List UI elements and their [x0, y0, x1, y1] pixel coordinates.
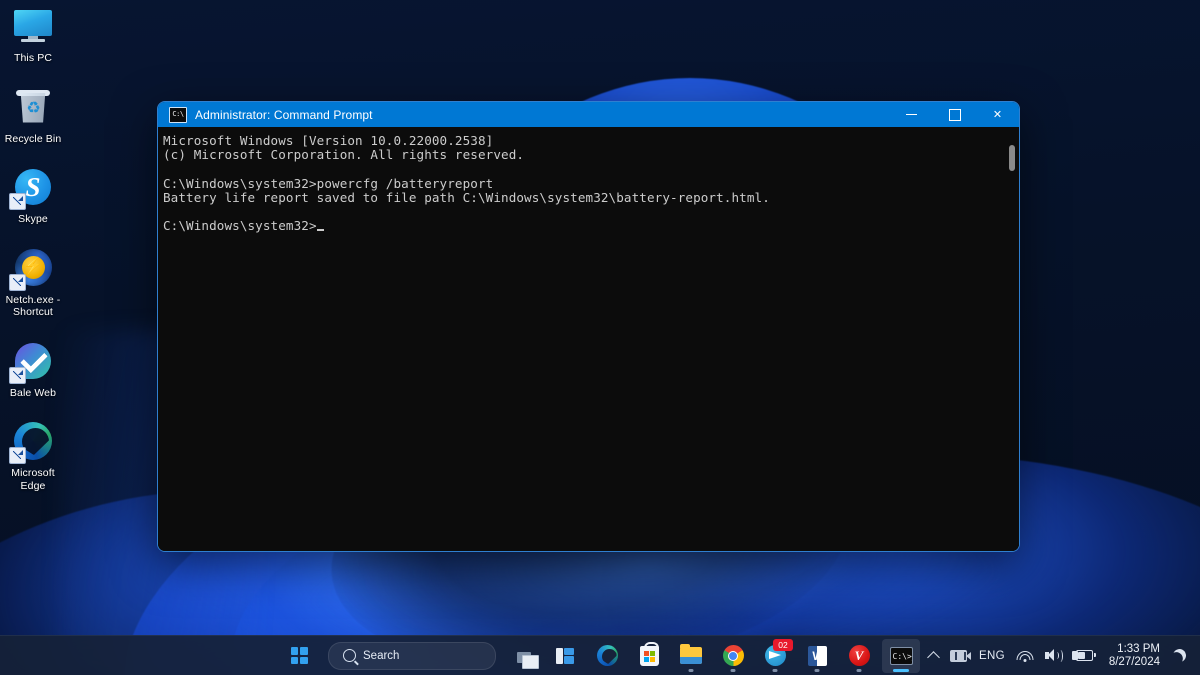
shortcut-arrow-icon: [9, 273, 26, 291]
taskbar-item-widgets[interactable]: [546, 639, 584, 673]
tray-volume-button[interactable]: [1039, 641, 1068, 671]
console-scrollbar-thumb[interactable]: [1009, 145, 1015, 171]
command-prompt-icon: C:\>_: [889, 646, 913, 665]
shortcut-arrow-icon: [9, 193, 26, 210]
minimize-icon: [906, 114, 917, 115]
google-chrome-icon: [722, 645, 744, 666]
desktop-icon-label: Microsoft Edge: [11, 467, 55, 492]
console-output-area[interactable]: Microsoft Windows [Version 10.0.22000.25…: [158, 127, 1019, 551]
microsoft-store-icon: [639, 641, 659, 666]
netch-icon: ⚡: [9, 246, 55, 291]
minimize-button[interactable]: [890, 102, 933, 127]
desktop-icon-label: Bale Web: [9, 386, 57, 399]
taskbar-item-file-explorer[interactable]: [672, 639, 710, 673]
taskbar: Search 02 W V C:\> ENG 1:33 PM 8/27/2024: [0, 635, 1200, 675]
running-indicator: [688, 668, 694, 672]
running-indicator: [856, 668, 862, 672]
microsoft-edge-icon: [596, 645, 618, 666]
tray-network-button[interactable]: [1011, 641, 1039, 671]
desktop-icon-skype[interactable]: S Skype: [0, 165, 66, 226]
desktop-icon-label: Recycle Bin: [4, 132, 62, 145]
chevron-up-icon: [927, 650, 940, 664]
desktop-icon-label: Skype: [18, 213, 48, 225]
desktop-icon-label: Netch.exe - Shortcut: [5, 293, 61, 319]
running-indicator: [730, 668, 736, 672]
tray-clock[interactable]: 1:33 PM 8/27/2024: [1101, 643, 1167, 669]
taskbar-search-box[interactable]: Search: [328, 641, 496, 670]
moon-icon: [1171, 647, 1187, 663]
start-button[interactable]: [280, 639, 318, 673]
console-text: Microsoft Windows [Version 10.0.22000.25…: [163, 133, 770, 234]
close-icon: ✕: [992, 108, 1003, 121]
taskbar-item-google-chrome[interactable]: [714, 639, 752, 673]
running-indicator: [772, 668, 778, 672]
desktop-icon-label: This PC: [13, 52, 53, 64]
tray-battery-button[interactable]: [1068, 641, 1101, 671]
console-app-icon: C:\: [169, 106, 187, 123]
taskbar-item-microsoft-edge[interactable]: [588, 639, 626, 673]
windows-logo-icon: [290, 647, 308, 664]
maximize-icon: [948, 108, 961, 121]
file-explorer-icon: [680, 644, 702, 664]
window-controls: ✕: [890, 102, 1019, 127]
clock-date: 8/27/2024: [1108, 655, 1160, 668]
system-tray: ENG 1:33 PM 8/27/2024: [923, 636, 1192, 675]
taskbar-item-v2ray[interactable]: V: [840, 639, 878, 673]
shortcut-arrow-icon: [9, 366, 26, 384]
taskbar-item-microsoft-store[interactable]: [630, 639, 668, 673]
window-title-bar[interactable]: C:\ Administrator: Command Prompt ✕: [158, 102, 1019, 127]
tray-language-button[interactable]: ENG: [973, 641, 1011, 671]
wifi-icon: [1016, 650, 1034, 662]
search-label: Search: [363, 649, 400, 662]
desktop-icon-bale-web[interactable]: Bale Web: [0, 339, 66, 400]
language-label: ENG: [979, 649, 1005, 662]
clock-time: 1:33 PM: [1117, 642, 1160, 655]
bale-web-icon: [9, 339, 55, 384]
meet-now-icon: [950, 649, 971, 662]
desktop-icon-list: This PC ♻ Recycle Bin S Skype ⚡ Netch.ex…: [0, 4, 66, 512]
search-icon: [343, 649, 356, 662]
desktop-icon-this-pc[interactable]: This PC: [0, 4, 66, 65]
console-cursor: [316, 229, 324, 232]
v-app-icon: V: [848, 645, 870, 666]
microsoft-edge-icon: [9, 419, 55, 464]
skype-icon: S: [9, 165, 55, 210]
taskbar-center-group: Search 02 W V C:\>: [278, 636, 922, 675]
desktop-icon-recycle-bin[interactable]: ♻ Recycle Bin: [0, 85, 66, 146]
recycle-bin-icon: ♻: [11, 85, 55, 129]
maximize-button[interactable]: [933, 102, 976, 127]
running-indicator: [814, 668, 820, 672]
taskbar-item-microsoft-word[interactable]: W: [798, 639, 836, 673]
shortcut-arrow-icon: [9, 447, 26, 464]
taskbar-item-telegram[interactable]: 02: [756, 638, 794, 673]
tray-meet-now-button[interactable]: [944, 641, 973, 671]
tray-overflow-button[interactable]: [923, 641, 944, 671]
task-view-icon: [508, 644, 539, 669]
notification-badge: 02: [773, 638, 793, 651]
desktop-screen: This PC ♻ Recycle Bin S Skype ⚡ Netch.ex…: [0, 0, 1200, 675]
window-title: Administrator: Command Prompt: [195, 107, 373, 122]
this-pc-icon: [11, 4, 55, 48]
desktop-icon-netch[interactable]: ⚡ Netch.exe - Shortcut: [0, 246, 66, 319]
battery-charging-icon: [1071, 649, 1096, 662]
desktop-icon-microsoft-edge[interactable]: Microsoft Edge: [0, 419, 66, 492]
microsoft-word-icon: W: [807, 645, 827, 666]
console-scrollbar[interactable]: [1005, 127, 1019, 551]
close-button[interactable]: ✕: [976, 102, 1019, 127]
speaker-icon: [1044, 649, 1063, 662]
taskbar-item-command-prompt[interactable]: C:\>_: [882, 638, 920, 673]
command-prompt-window: C:\ Administrator: Command Prompt ✕ Micr…: [157, 101, 1020, 552]
widgets-icon: [555, 647, 575, 664]
active-indicator: [893, 668, 909, 672]
tray-notifications-button[interactable]: [1167, 641, 1192, 671]
taskbar-item-task-view[interactable]: [504, 639, 542, 673]
